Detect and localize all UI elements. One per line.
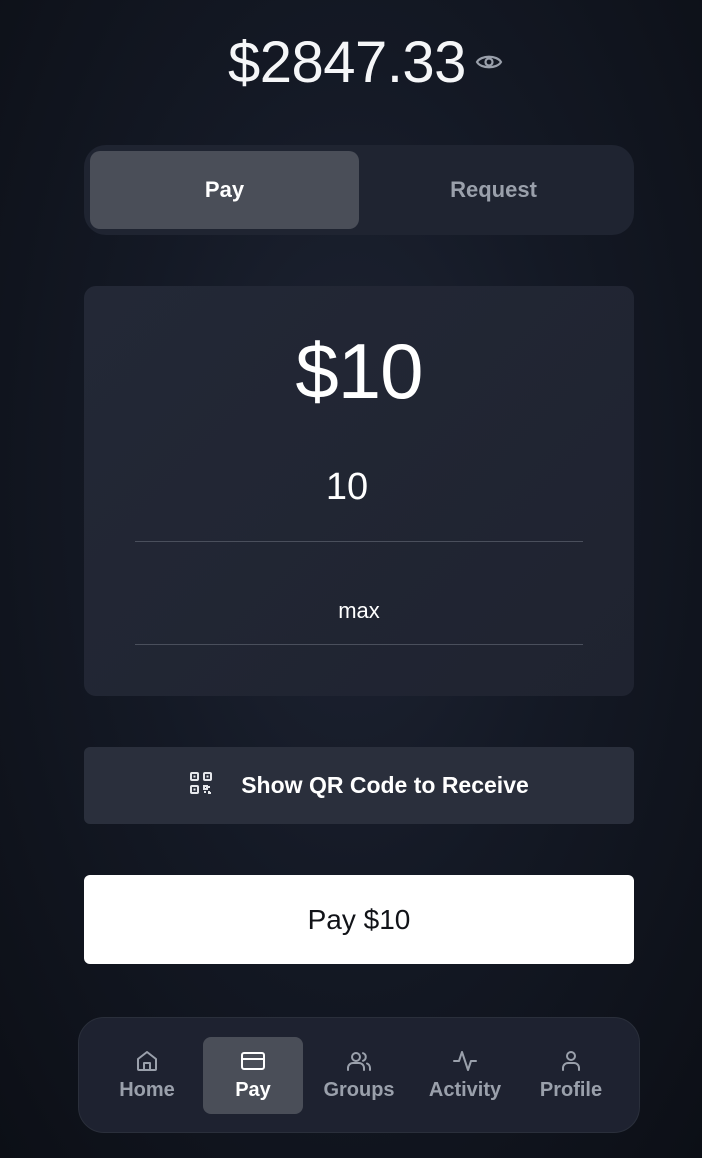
- display-amount: $10: [295, 327, 423, 415]
- tab-request[interactable]: Request: [359, 151, 628, 229]
- nav-item-profile[interactable]: Profile: [521, 1037, 621, 1114]
- max-button[interactable]: max: [135, 598, 583, 624]
- nav-label-home: Home: [119, 1079, 175, 1101]
- user-icon: [559, 1049, 583, 1073]
- nav-label-activity: Activity: [428, 1079, 502, 1101]
- pay-request-toggle: Pay Request: [84, 145, 634, 235]
- tab-pay[interactable]: Pay: [90, 151, 359, 229]
- nav-item-groups[interactable]: Groups: [309, 1037, 409, 1114]
- qr-code-icon: [189, 771, 213, 800]
- nav-label-profile: Profile: [539, 1079, 603, 1101]
- nav-item-home[interactable]: Home: [97, 1037, 197, 1114]
- show-qr-code-button[interactable]: Show QR Code to Receive: [84, 747, 634, 824]
- activity-icon: [452, 1049, 478, 1073]
- home-icon: [135, 1049, 159, 1073]
- balance-header: $2847.33: [0, 24, 702, 100]
- pay-button[interactable]: Pay $10: [84, 875, 634, 964]
- balance-amount: $2847.33: [228, 29, 466, 95]
- nav-item-pay[interactable]: Pay: [203, 1037, 303, 1114]
- credit-card-icon: [240, 1049, 266, 1073]
- bottom-nav: Home Pay Groups Activity Profile: [78, 1017, 640, 1133]
- amount-input[interactable]: 10: [135, 466, 559, 509]
- nav-item-activity[interactable]: Activity: [415, 1037, 515, 1114]
- amount-card: $10 10 max: [84, 286, 634, 696]
- max-underline: [135, 644, 583, 645]
- users-icon: [346, 1049, 372, 1073]
- amount-input-underline: [135, 541, 583, 542]
- show-qr-code-label: Show QR Code to Receive: [241, 772, 529, 798]
- eye-icon[interactable]: [474, 48, 504, 76]
- nav-label-groups: Groups: [323, 1079, 395, 1101]
- nav-label-pay: Pay: [235, 1079, 271, 1101]
